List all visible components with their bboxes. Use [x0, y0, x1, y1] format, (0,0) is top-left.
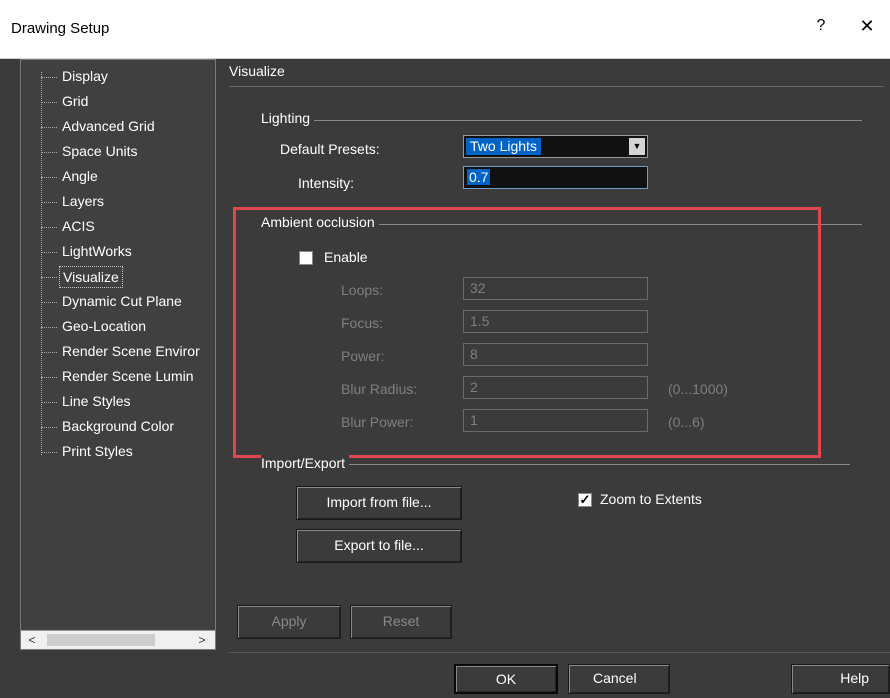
lighting-group-line: [262, 120, 862, 121]
power-input[interactable]: 8: [463, 343, 648, 366]
scrollbar-thumb[interactable]: [47, 634, 155, 646]
window-title: Drawing Setup: [11, 20, 110, 37]
lighting-group-title: Lighting: [261, 110, 315, 126]
zoom-to-extents-checkbox[interactable]: ✓: [578, 493, 592, 507]
blur-power-label: Blur Power:: [341, 414, 414, 430]
enable-checkbox[interactable]: [299, 251, 313, 265]
ambient-group-title: Ambient occlusion: [261, 214, 379, 230]
chevron-down-icon[interactable]: ▼: [629, 138, 645, 155]
default-presets-label: Default Presets:: [280, 141, 380, 157]
blur-power-input[interactable]: 1: [463, 409, 648, 432]
blur-radius-range: (0...1000): [668, 381, 728, 397]
intensity-value: 0.7: [467, 169, 491, 185]
panel-title: Visualize: [229, 63, 285, 79]
loops-input[interactable]: 32: [463, 277, 648, 300]
focus-input[interactable]: 1.5: [463, 310, 648, 333]
help-icon[interactable]: ?: [813, 17, 829, 35]
intensity-input[interactable]: 0.7: [463, 166, 648, 189]
footer-divider: [229, 652, 890, 653]
tree-connector-line: [41, 72, 42, 455]
scroll-left-icon[interactable]: <: [25, 633, 39, 647]
close-icon[interactable]: ✕: [858, 16, 876, 37]
enable-label: Enable: [324, 249, 368, 265]
zoom-to-extents-label: Zoom to Extents: [600, 491, 702, 507]
header-divider: [229, 86, 884, 87]
title-bar: Drawing Setup ? ✕: [0, 0, 890, 59]
focus-label: Focus:: [341, 315, 384, 331]
default-presets-value: Two Lights: [466, 138, 541, 155]
export-to-file-button[interactable]: Export to file...: [296, 529, 462, 563]
blur-radius-input[interactable]: 2: [463, 376, 648, 399]
default-presets-select[interactable]: Two Lights ▼: [463, 135, 648, 158]
import-from-file-button[interactable]: Import from file...: [296, 486, 462, 520]
scroll-right-icon[interactable]: >: [195, 633, 209, 647]
reset-button[interactable]: Reset: [350, 605, 452, 639]
intensity-label: Intensity:: [298, 175, 355, 191]
blur-power-range: (0...6): [668, 414, 705, 430]
cancel-button[interactable]: Cancel: [568, 664, 670, 694]
import-export-group-line: [262, 464, 850, 465]
blur-radius-label: Blur Radius:: [341, 381, 418, 397]
ok-button[interactable]: OK: [454, 664, 558, 694]
help-button[interactable]: Help: [791, 664, 890, 694]
apply-button[interactable]: Apply: [237, 605, 341, 639]
power-label: Power:: [341, 348, 385, 364]
tree-horizontal-scrollbar[interactable]: < >: [21, 630, 215, 649]
import-export-group-title: Import/Export: [261, 455, 350, 471]
loops-label: Loops:: [341, 282, 384, 298]
settings-tree[interactable]: Display Grid Advanced Grid Space Units A…: [20, 59, 216, 650]
